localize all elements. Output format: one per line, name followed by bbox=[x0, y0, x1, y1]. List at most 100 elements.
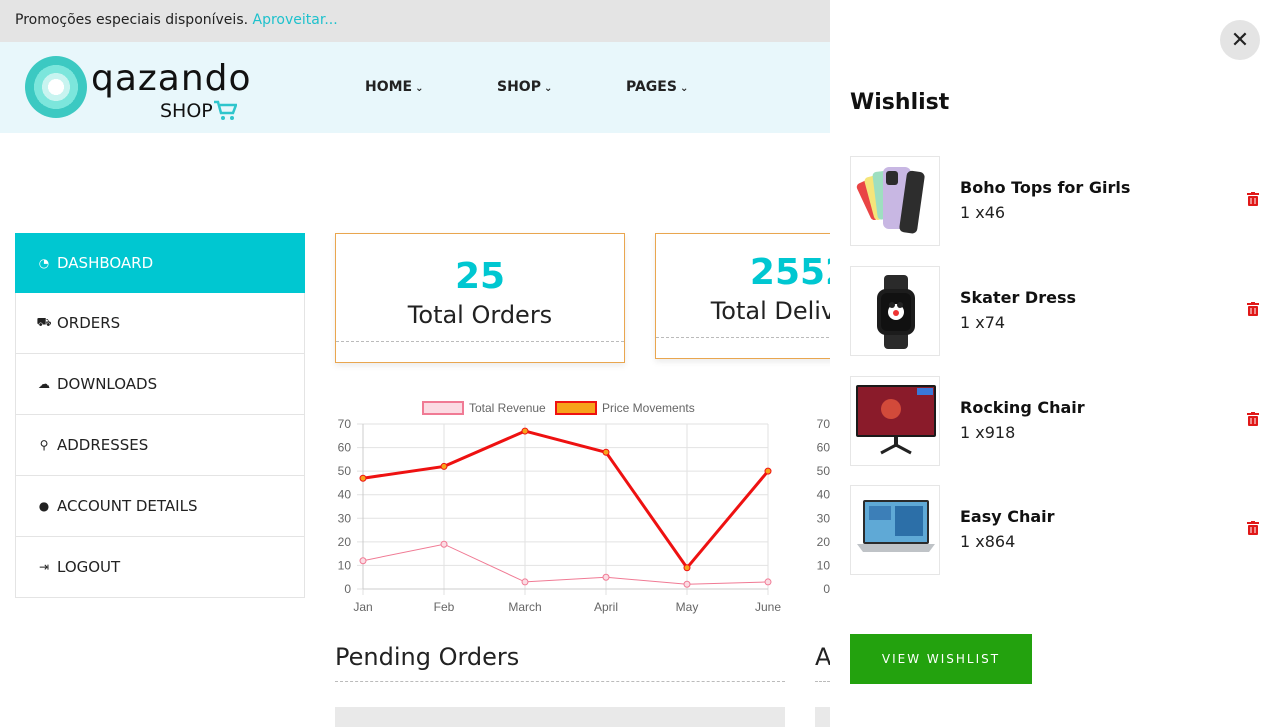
promo-link[interactable]: Aproveitar... bbox=[253, 12, 338, 28]
nav-pages-label: PAGES bbox=[626, 79, 677, 95]
stat-divider bbox=[336, 341, 624, 342]
legend-label: Price Movements bbox=[602, 401, 695, 415]
stat-value: 25 bbox=[454, 256, 506, 297]
y-tick-label: 30 bbox=[817, 511, 831, 525]
nav-home[interactable]: HOME ⌄ bbox=[365, 79, 424, 95]
y-tick-label: 60 bbox=[817, 441, 831, 455]
data-point bbox=[440, 540, 448, 548]
y-tick-label: 50 bbox=[817, 464, 831, 478]
wishlist-item-name[interactable]: Skater Dress bbox=[960, 288, 1076, 307]
wishlist-item-name[interactable]: Easy Chair bbox=[960, 507, 1055, 526]
line-chart-svg: Total Revenue Price Movements 0 10 20 30 40 50 6… bbox=[338, 401, 781, 614]
laptop-image[interactable] bbox=[850, 485, 940, 575]
x-tick-label: March bbox=[508, 600, 541, 614]
y-tick-label: 50 bbox=[338, 464, 352, 478]
data-point bbox=[602, 573, 610, 581]
pending-orders-title: Pending Orders bbox=[335, 643, 520, 671]
wishlist-item-qty: 1 x46 bbox=[960, 203, 1006, 222]
trash-icon[interactable] bbox=[1247, 302, 1259, 320]
data-point bbox=[359, 474, 367, 482]
y-tick-label: 60 bbox=[338, 441, 352, 455]
sidebar-item-downloads[interactable]: ☁ DOWNLOADS bbox=[15, 354, 305, 415]
logout-icon: ⇥ bbox=[38, 560, 50, 574]
dashboard-icon: ◔ bbox=[38, 256, 50, 270]
sidebar-item-label: ACCOUNT DETAILS bbox=[57, 497, 198, 515]
series-line-2 bbox=[362, 429, 770, 571]
wishlist-item: Skater Dress 1 x74 bbox=[850, 266, 1270, 356]
cloud-download-icon: ☁ bbox=[38, 377, 50, 391]
sidebar-item-label: ADDRESSES bbox=[57, 436, 149, 454]
user-icon: ● bbox=[38, 499, 50, 513]
trash-icon[interactable] bbox=[1247, 412, 1259, 430]
y-tick-label: 30 bbox=[338, 511, 352, 525]
section-divider bbox=[815, 681, 830, 682]
trash-icon[interactable] bbox=[1247, 192, 1259, 210]
y-tick-label: 70 bbox=[817, 417, 831, 431]
wishlist-title: Wishlist bbox=[850, 90, 950, 115]
wishlist-item-qty: 1 x864 bbox=[960, 532, 1016, 551]
sidebar-item-label: DASHBOARD bbox=[57, 254, 154, 272]
view-wishlist-button[interactable]: VIEW WISHLIST bbox=[850, 634, 1032, 684]
site-logo[interactable]: qazando SHOP bbox=[25, 56, 251, 127]
sidebar-item-label: DOWNLOADS bbox=[57, 375, 158, 393]
data-point bbox=[683, 564, 691, 572]
close-icon: ✕ bbox=[1230, 27, 1250, 53]
promo-text: Promoções especiais disponíveis. bbox=[15, 12, 249, 28]
x-tick-label: June bbox=[755, 600, 781, 614]
y-tick-label: 40 bbox=[338, 488, 352, 502]
logo-mark bbox=[25, 56, 87, 118]
sidebar-item-account-details[interactable]: ● ACCOUNT DETAILS bbox=[15, 476, 305, 537]
legend-swatch bbox=[555, 401, 597, 415]
wishlist-drawer: ✕ Wishlist Boho Tops for Girls 1 x46 Ska… bbox=[830, 0, 1280, 720]
section-divider bbox=[335, 681, 785, 682]
phone-image[interactable] bbox=[850, 156, 940, 246]
chevron-down-icon: ⌄ bbox=[415, 83, 424, 94]
data-point bbox=[602, 448, 610, 456]
y-tick-label: 20 bbox=[338, 535, 352, 549]
series-line-1 bbox=[362, 543, 769, 585]
y-tick-label: 10 bbox=[817, 558, 831, 572]
nav-home-label: HOME bbox=[365, 79, 413, 95]
wishlist-item: Easy Chair 1 x864 bbox=[850, 485, 1270, 575]
smartwatch-image[interactable] bbox=[850, 266, 940, 356]
logo-cart-icon bbox=[213, 100, 238, 127]
promo-bar: Promoções especiais disponíveis. Aprovei… bbox=[0, 0, 830, 42]
account-sidebar: ◔ DASHBOARD ⛟ ORDERS ☁ DOWNLOADS ⚲ ADDRE… bbox=[15, 233, 305, 598]
stat-label: Total Orders bbox=[407, 301, 553, 329]
sidebar-item-addresses[interactable]: ⚲ ADDRESSES bbox=[15, 415, 305, 476]
wishlist-item-qty: 1 x918 bbox=[960, 423, 1016, 442]
chevron-down-icon: ⌄ bbox=[543, 83, 553, 94]
close-button[interactable]: ✕ bbox=[1220, 20, 1260, 60]
data-point bbox=[359, 557, 367, 565]
monitor-image[interactable] bbox=[850, 376, 940, 466]
second-section-title: A bbox=[815, 643, 832, 671]
sidebar-item-logout[interactable]: ⇥ LOGOUT bbox=[15, 537, 305, 598]
chart-legend: Total Revenue Price Movements bbox=[422, 401, 695, 415]
data-point bbox=[764, 578, 772, 586]
x-tick-label: Jan bbox=[353, 600, 372, 614]
y-tick-label: 70 bbox=[338, 417, 352, 431]
trash-icon[interactable] bbox=[1247, 521, 1259, 539]
sidebar-item-label: LOGOUT bbox=[57, 558, 121, 576]
wishlist-item-qty: 1 x74 bbox=[960, 313, 1006, 332]
data-point bbox=[683, 580, 691, 588]
data-point bbox=[521, 427, 529, 435]
sidebar-item-orders[interactable]: ⛟ ORDERS bbox=[15, 293, 305, 354]
y-tick-label: 10 bbox=[338, 558, 352, 572]
sidebar-item-label: ORDERS bbox=[57, 314, 121, 332]
legend-label: Total Revenue bbox=[469, 401, 546, 415]
legend-swatch bbox=[422, 401, 464, 415]
second-table-header bbox=[815, 707, 830, 727]
sidebar-item-dashboard[interactable]: ◔ DASHBOARD bbox=[15, 233, 305, 293]
revenue-chart: Total Revenue Price Movements 0 10 20 30 40 50 6… bbox=[330, 395, 790, 620]
wishlist-item-name[interactable]: Rocking Chair bbox=[960, 398, 1085, 417]
y-tick-label: 40 bbox=[817, 488, 831, 502]
nav-pages[interactable]: PAGES ⌄ bbox=[626, 79, 688, 95]
site-header: qazando SHOP HOME ⌄ SHOP ⌄ PAGES ⌄ bbox=[0, 42, 830, 133]
logo-wordmark: qazando bbox=[91, 58, 252, 99]
cart-icon: ⛟ bbox=[36, 315, 52, 329]
nav-shop[interactable]: SHOP ⌄ bbox=[497, 79, 552, 95]
data-point bbox=[764, 467, 772, 475]
wishlist-item-name[interactable]: Boho Tops for Girls bbox=[960, 178, 1130, 197]
y-tick-label: 0 bbox=[344, 582, 351, 596]
